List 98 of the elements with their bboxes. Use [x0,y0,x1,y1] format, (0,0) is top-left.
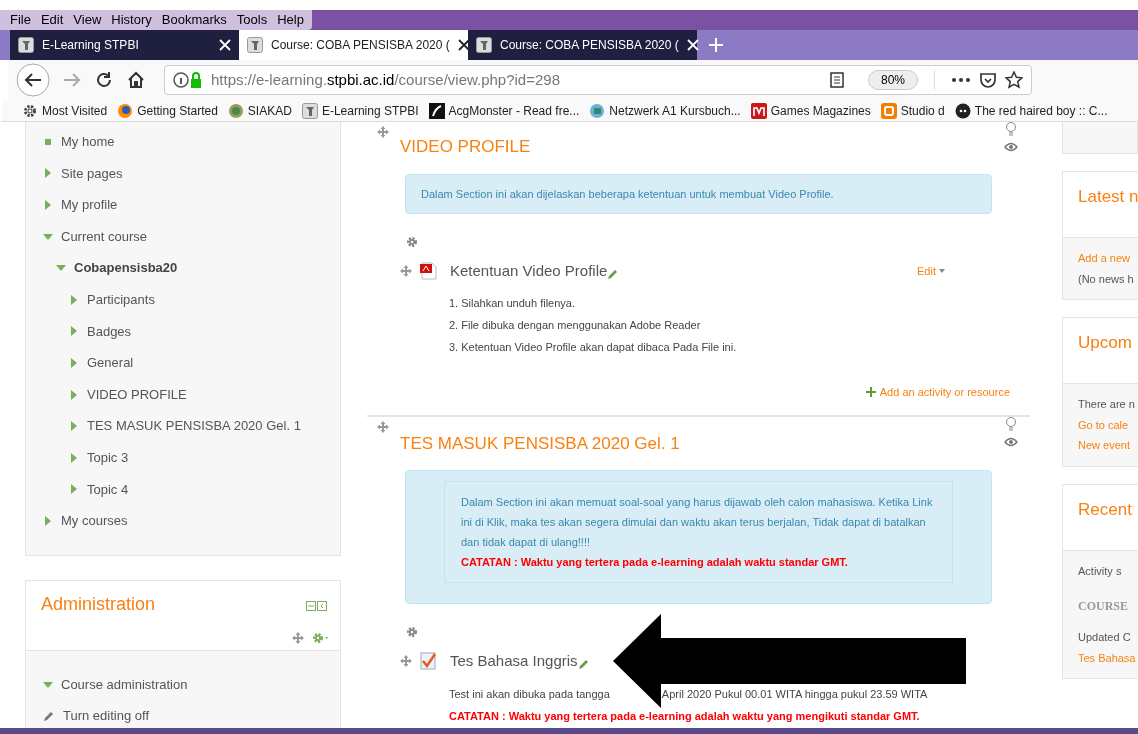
eye-icon [1004,436,1018,447]
move-icon [377,126,389,138]
block-text: Updated C [1078,630,1132,645]
block-title: Latest n [1078,186,1138,208]
activity-description: Test ini akan dibuka pada tangga [449,686,610,701]
lightbulb-icon [1005,416,1017,431]
nav-item[interactable]: Topic 3 [87,448,129,468]
globe-icon [589,102,606,119]
gear-icon [406,626,418,638]
site-favicon-icon [247,37,263,53]
bookmark-link[interactable]: Games Magazines [750,101,871,120]
nav-item[interactable]: Cobapensisba20 [74,258,178,278]
block-title: Recent [1078,498,1133,521]
nav-item[interactable]: TES MASUK PENSISBA 2020 Gel. 1 [87,416,301,436]
gear-icon [406,235,418,248]
nav-item[interactable]: Course administration [61,674,188,695]
nav-item[interactable]: Current course [61,226,147,247]
activity-description: CATATAN : Waktu yang tertera pada e-learning adalah waktu yang mengikuti standar GMT. [449,709,920,722]
move-icon [400,655,412,668]
bookmark-link[interactable]: AcgMonster - Read fre... [428,101,580,120]
zoom-level-button[interactable]: 80% [867,70,918,90]
summary-text: Dalam Section ini akan memuat soal-soal yang harus dijawab oleh calon mahasiswa. Ketika Link ini di Klik, maka tes akan segera dimulai dan waktu akan terus berjalan, Tidak dapat di batalkan dan tidak dapat di ulang!!!! [461,495,934,550]
section-title: VIDEO PROFILE [400,136,532,158]
move-icon [377,420,389,433]
home-icon [126,70,146,90]
close-icon [219,39,231,51]
nav-item[interactable]: My home [61,132,115,152]
bookmark-link[interactable]: The red haired boy :: C... [954,101,1108,120]
pencil-icon [577,658,590,671]
block-title: Upcom [1078,332,1133,354]
menu-item[interactable]: Help [277,10,304,30]
browser-tab[interactable]: Course: COBA PENSISBA 2020 ( [468,30,697,60]
bookmark-link[interactable]: Getting Started [117,101,218,120]
plus-icon [865,387,876,398]
gear-menu-icon [312,631,328,644]
menu-item[interactable]: View [73,10,102,30]
pencil-icon [43,710,55,723]
nav-item[interactable]: My courses [61,511,128,531]
arrow-annotation-icon [613,614,968,709]
activity-description: 1. Silahkan unduh filenya. [449,297,575,309]
info-lock-icon [173,71,203,89]
nav-item[interactable]: Site pages [61,163,123,184]
nav-item[interactable]: General [87,353,134,373]
address-bar[interactable]: https://e-learning.stpbi.ac.id/course/view.php?id=298 80% [164,65,1032,95]
block-text: There are n [1078,397,1136,412]
pencil-icon [607,267,620,280]
nav-item[interactable]: Topic 4 [87,479,129,500]
site-favicon-icon [476,37,492,53]
block-title: Administration [41,592,156,616]
menu-item[interactable]: History [111,10,152,30]
site-favicon-icon [18,37,34,53]
reload-icon [94,70,114,90]
lightbulb-icon [1005,122,1017,136]
move-icon [400,264,412,277]
bookmark-link[interactable]: Netzwerk A1 Kursbuch... [589,101,741,120]
nav-item[interactable]: Turn editing off [63,706,149,726]
menu-item[interactable]: Tools [236,10,268,30]
activity-description: April 2020 Pukul 00.01 WITA hingga pukul 23.59 WITA [661,686,928,701]
seal-icon [227,102,244,119]
activity-link[interactable]: Ketentuan Video Profile [450,259,608,282]
eye-icon [1004,142,1018,152]
close-icon [686,39,699,51]
bullet-icon [45,138,51,145]
nav-item[interactable]: Participants [87,290,155,310]
move-icon [292,631,304,644]
browser-tab[interactable]: E-Learning STPBI [10,30,239,60]
more-icon [951,77,971,83]
url-text: https://e-learning.stpbi.ac.id/course/view.php?id=298 [211,69,560,90]
dock-collapse-icon [306,600,328,612]
pdf-file-icon [420,261,438,280]
close-icon [457,39,470,51]
bookmark-link[interactable]: E-Learning STPBI [301,101,419,120]
menu-item[interactable]: Bookmarks [161,10,227,30]
summary-text: Dalam Section ini akan dijelaskan beberapa ketentuan untuk membuat Video Profile. [421,186,835,202]
pocket-icon [979,72,997,88]
menu-item[interactable]: Edit [40,10,64,30]
activity-link[interactable]: Tes Bahasa Inggris [450,650,578,673]
nav-item[interactable]: Badges [87,321,132,342]
block-text: (No news h [1078,271,1135,287]
caret-icon [939,268,945,273]
browser-tab[interactable]: Course: COBA PENSISBA 2020 ( [239,30,468,60]
block-text: COURSE [1078,598,1129,615]
summary-note: CATATAN : Waktu yang tertera pada e-learning adalah waktu standar GMT. [461,555,849,570]
block-text: Activity s [1078,563,1123,579]
star-icon [1005,71,1023,89]
bookmark-link[interactable]: Most Visited [22,101,108,120]
section-title: TES MASUK PENSISBA 2020 Gel. 1 [400,432,681,455]
checklist-icon [420,652,438,671]
back-icon [16,63,50,97]
reader-view-icon [829,72,844,88]
menu-item[interactable]: File [10,10,31,30]
nav-item[interactable]: VIDEO PROFILE [87,384,187,405]
bookmark-link[interactable]: SIAKAD [227,101,292,120]
nav-item[interactable]: My profile [61,195,118,215]
globe-fox-icon [117,102,134,119]
activity-description: 2. File dibuka dengan menggunakan Adobe Reader [449,319,701,331]
activity-description: 3. Ketentuan Video Profile akan dapat dibaca Pada File ini. [449,341,737,353]
bookmark-link[interactable]: Studio d [880,101,945,120]
